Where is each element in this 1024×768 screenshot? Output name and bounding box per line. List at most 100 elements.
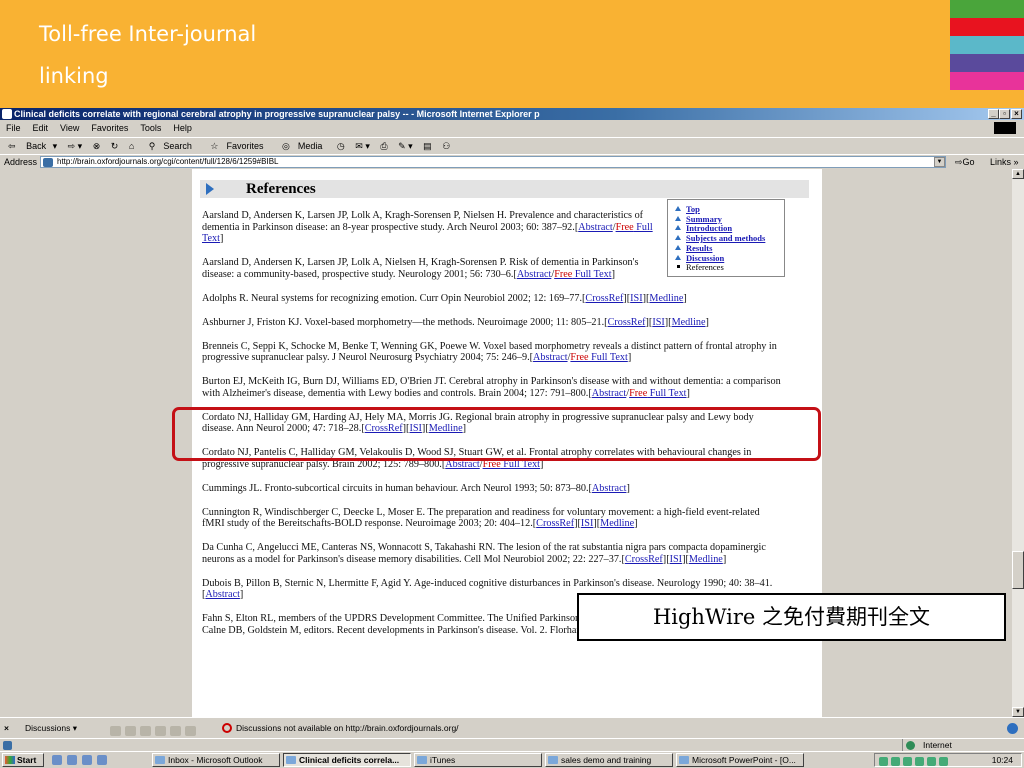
reference-item: Da Cunha C, Angelucci ME, Canteras NS, W… <box>202 542 782 565</box>
media-button[interactable]: ◎ Media <box>274 138 330 154</box>
free-label: Free <box>629 387 648 399</box>
favorites-button[interactable]: ☆ Favorites <box>202 138 271 154</box>
free-full-text-link[interactable]: Free Full Text <box>629 388 686 399</box>
search-button[interactable]: ⚲ Search <box>141 138 200 154</box>
section-link[interactable]: Results <box>686 243 712 253</box>
reference-links: [CrossRef][ISI][Medline] <box>604 316 709 328</box>
address-dropdown-icon[interactable]: ▼ <box>934 157 945 167</box>
menu-favorites[interactable]: Favorites <box>85 121 134 135</box>
menu-file[interactable]: File <box>0 121 27 135</box>
up-arrow-icon <box>675 206 681 211</box>
crossref-link[interactable]: CrossRef <box>585 293 623 304</box>
section-link[interactable]: Discussion <box>686 253 724 263</box>
task-powerpoint[interactable]: Microsoft PowerPoint - [O... <box>676 753 804 767</box>
task-label: Inbox - Microsoft Outlook <box>168 755 263 765</box>
menu-tools[interactable]: Tools <box>134 121 167 135</box>
minimize-button[interactable]: _ <box>988 109 999 119</box>
section-link[interactable]: Introduction <box>686 223 732 234</box>
up-arrow-icon <box>675 215 681 221</box>
favorites-label: Favorites <box>226 141 264 151</box>
page-icon <box>43 158 53 167</box>
print-icon[interactable]: ⎙ <box>376 138 391 154</box>
back-arrow-icon: ⇦ <box>8 141 16 151</box>
medline-link[interactable]: Medline <box>600 518 634 529</box>
task-outlook[interactable]: Inbox - Microsoft Outlook <box>152 753 280 767</box>
home-icon[interactable]: ⌂ <box>125 138 138 154</box>
menu-help[interactable]: Help <box>167 121 198 135</box>
isi-link[interactable]: ISI <box>581 518 593 529</box>
discussions-button[interactable]: Discussions ▾ <box>25 718 77 738</box>
free-label: Free <box>554 268 573 280</box>
window-titlebar: Clinical deficits correlate with regiona… <box>0 108 1024 120</box>
abstract-link[interactable]: Abstract <box>592 388 627 399</box>
color-stripe <box>950 54 1024 72</box>
discuss-icon[interactable]: ▤ <box>419 138 436 154</box>
isi-link[interactable]: ISI <box>652 317 664 328</box>
abstract-link[interactable]: Abstract <box>578 222 613 233</box>
color-stripe <box>950 0 1024 18</box>
close-button[interactable]: × <box>1011 109 1022 119</box>
close-discussions-icon[interactable]: × <box>4 718 9 738</box>
isi-link[interactable]: ISI <box>630 293 642 304</box>
scroll-down-icon[interactable]: ▼ <box>1012 707 1024 717</box>
section-link[interactable]: Subjects and methods <box>686 233 765 243</box>
menu-view[interactable]: View <box>54 121 85 135</box>
help-icon[interactable] <box>1007 723 1018 734</box>
go-button[interactable]: ⇨Go <box>955 155 975 169</box>
edit-icon[interactable]: ✎ ▾ <box>394 138 417 154</box>
maximize-button[interactable]: ▫ <box>999 109 1010 119</box>
task-ie[interactable]: Clinical deficits correla... <box>283 753 411 767</box>
isi-link[interactable]: ISI <box>670 554 682 565</box>
quick-launch-icons[interactable] <box>52 755 148 765</box>
messenger-icon[interactable]: ⚇ <box>438 138 454 154</box>
reference-links: [Abstract] <box>588 482 630 494</box>
medline-link[interactable]: Medline <box>672 317 706 328</box>
free-label: Free <box>615 221 634 233</box>
links-button[interactable]: Links » <box>990 155 1019 169</box>
history-icon[interactable]: ◷ <box>333 138 349 154</box>
crossref-link[interactable]: CrossRef <box>608 317 646 328</box>
refresh-icon[interactable]: ↻ <box>107 138 123 154</box>
abstract-link[interactable]: Abstract <box>205 589 240 600</box>
status-page-icon <box>3 741 12 750</box>
back-button[interactable]: ⇦ Back ▾ <box>0 138 61 154</box>
scroll-thumb[interactable] <box>1012 551 1024 589</box>
task-label: Clinical deficits correla... <box>299 755 400 765</box>
vertical-scrollbar[interactable]: ▲ ▼ <box>1012 169 1024 717</box>
up-arrow-icon <box>675 225 681 231</box>
crossref-link[interactable]: CrossRef <box>625 554 663 565</box>
stop-icon[interactable]: ⊗ <box>89 138 105 154</box>
forward-button[interactable]: ⇨ ▾ <box>64 138 87 154</box>
color-stripes <box>950 0 1024 108</box>
bullet-icon <box>677 265 680 269</box>
callout-box: HighWire 之免付費期刊全文 <box>577 593 1006 641</box>
reference-links: [Abstract/Free Full Text] <box>588 387 690 399</box>
medline-link[interactable]: Medline <box>689 554 723 565</box>
clock: 10:24 <box>991 755 1013 765</box>
tray-icons[interactable] <box>879 756 951 768</box>
free-full-text-link[interactable]: Free Full Text <box>554 269 611 280</box>
menu-edit[interactable]: Edit <box>27 121 55 135</box>
section-link[interactable]: Summary <box>686 214 722 224</box>
free-full-text-link[interactable]: Free Full Text <box>570 352 627 363</box>
medline-link[interactable]: Medline <box>649 293 683 304</box>
crossref-link[interactable]: CrossRef <box>536 518 574 529</box>
mail-icon[interactable]: ✉ ▾ <box>351 138 374 154</box>
scroll-up-icon[interactable]: ▲ <box>1012 169 1024 179</box>
address-input[interactable]: http://brain.oxfordjournals.org/cgi/cont… <box>40 156 946 168</box>
discussions-bar: × Discussions ▾ Discussions not availabl… <box>0 717 1024 737</box>
abstract-link[interactable]: Abstract <box>533 352 568 363</box>
task-itunes[interactable]: iTunes <box>414 753 542 767</box>
abstract-link[interactable]: Abstract <box>592 483 627 494</box>
start-button[interactable]: Start <box>2 753 44 767</box>
highlight-box <box>172 407 821 461</box>
media-icon: ◎ <box>282 141 290 151</box>
up-arrow-icon <box>675 244 681 250</box>
reference-item: Cummings JL. Fronto-subcortical circuits… <box>202 483 782 495</box>
discussion-tool-icons[interactable] <box>110 723 200 736</box>
abstract-link[interactable]: Abstract <box>517 269 552 280</box>
section-link[interactable]: Top <box>686 204 700 214</box>
task-explorer[interactable]: sales demo and training <box>545 753 673 767</box>
address-url: http://brain.oxfordjournals.org/cgi/cont… <box>57 157 279 166</box>
color-stripe <box>950 18 1024 36</box>
